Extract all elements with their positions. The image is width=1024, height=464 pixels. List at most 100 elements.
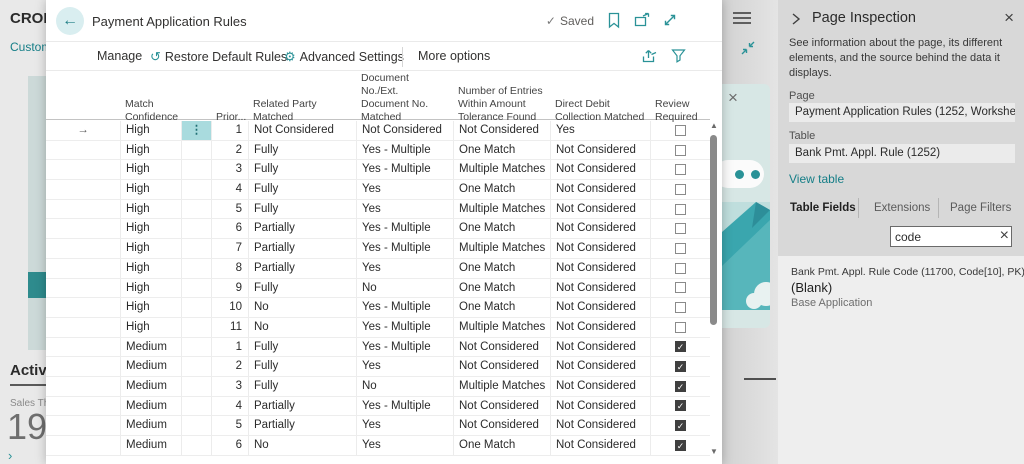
cell-related-party[interactable]: No bbox=[248, 318, 356, 337]
table-row[interactable]: Medium3FullyNoMultiple MatchesNot Consid… bbox=[46, 377, 710, 397]
cell-direct-debit[interactable]: Not Considered bbox=[550, 279, 650, 298]
cell-entries[interactable]: One Match bbox=[453, 298, 550, 317]
close-icon[interactable]: × bbox=[1004, 8, 1014, 28]
cell-ellipsis[interactable] bbox=[181, 436, 211, 455]
cell-direct-debit[interactable]: Not Considered bbox=[550, 416, 650, 435]
cell-match-confidence[interactable]: High bbox=[120, 160, 181, 179]
review-required-checkbox[interactable] bbox=[675, 322, 686, 333]
cell-priority[interactable]: 2 bbox=[211, 141, 248, 160]
cell-match-confidence[interactable]: High bbox=[120, 279, 181, 298]
review-required-checkbox[interactable]: ✓ bbox=[675, 440, 686, 451]
cell-ellipsis[interactable] bbox=[181, 160, 211, 179]
tab-table-fields[interactable]: Table Fields bbox=[790, 202, 856, 214]
cell-priority[interactable]: 9 bbox=[211, 279, 248, 298]
cell-document-no[interactable]: Yes - Multiple bbox=[356, 298, 453, 317]
cell-match-confidence[interactable]: Medium bbox=[120, 338, 181, 357]
cell-document-no[interactable]: Yes bbox=[356, 436, 453, 455]
table-row[interactable]: Medium6NoYesOne MatchNot Considered✓ bbox=[46, 436, 710, 456]
table-row[interactable]: High5FullyYesMultiple MatchesNot Conside… bbox=[46, 200, 710, 220]
cell-priority[interactable]: 5 bbox=[211, 200, 248, 219]
cell-ellipsis[interactable] bbox=[181, 259, 211, 278]
cell-match-confidence[interactable]: High bbox=[120, 259, 181, 278]
review-required-checkbox[interactable]: ✓ bbox=[675, 361, 686, 372]
collapse-arrows-icon[interactable] bbox=[740, 40, 756, 61]
cell-document-no[interactable]: Yes bbox=[356, 200, 453, 219]
cell-document-no[interactable]: Yes bbox=[356, 357, 453, 376]
table-row[interactable]: High8PartiallyYesOne MatchNot Considered bbox=[46, 259, 710, 279]
cell-match-confidence[interactable]: High bbox=[120, 200, 181, 219]
row-selector-cell[interactable] bbox=[46, 397, 120, 416]
more-options-menu[interactable]: More options bbox=[418, 49, 490, 63]
scrollbar-thumb[interactable] bbox=[710, 135, 717, 325]
cell-match-confidence[interactable]: Medium bbox=[120, 357, 181, 376]
cell-entries[interactable]: Multiple Matches bbox=[453, 160, 550, 179]
column-header-entries[interactable]: Number of Entries Within Amount Toleranc… bbox=[453, 72, 550, 128]
table-row[interactable]: Medium2FullyYesNot ConsideredNot Conside… bbox=[46, 357, 710, 377]
cell-direct-debit[interactable]: Not Considered bbox=[550, 141, 650, 160]
cell-entries[interactable]: One Match bbox=[453, 436, 550, 455]
cell-ellipsis[interactable] bbox=[181, 239, 211, 258]
scroll-down-arrow-icon[interactable]: ▼ bbox=[710, 448, 718, 456]
cell-related-party[interactable]: Fully bbox=[248, 141, 356, 160]
cell-related-party[interactable]: Fully bbox=[248, 160, 356, 179]
table-row[interactable]: High3FullyYes - MultipleMultiple Matches… bbox=[46, 160, 710, 180]
active-row-arrow-icon[interactable]: → bbox=[46, 121, 120, 140]
chevron-expand-icon[interactable] bbox=[790, 12, 804, 26]
cell-ellipsis[interactable] bbox=[181, 279, 211, 298]
column-header-review-required[interactable]: Review Required bbox=[650, 72, 710, 128]
cell-document-no[interactable]: Not Considered bbox=[356, 121, 453, 140]
cell-ellipsis[interactable] bbox=[181, 141, 211, 160]
cell-direct-debit[interactable]: Not Considered bbox=[550, 259, 650, 278]
cell-priority[interactable]: 2 bbox=[211, 357, 248, 376]
cell-ellipsis[interactable] bbox=[181, 298, 211, 317]
cell-ellipsis[interactable] bbox=[181, 219, 211, 238]
cell-priority[interactable]: 6 bbox=[211, 219, 248, 238]
cell-related-party[interactable]: Partially bbox=[248, 239, 356, 258]
cell-match-confidence[interactable]: High bbox=[120, 141, 181, 160]
cell-related-party[interactable]: Not Considered bbox=[248, 121, 356, 140]
table-row[interactable]: High2FullyYes - MultipleOne MatchNot Con… bbox=[46, 141, 710, 161]
table-vertical-scrollbar[interactable]: ▲ ▼ bbox=[708, 122, 720, 456]
cell-entries[interactable]: One Match bbox=[453, 259, 550, 278]
cell-entries[interactable]: Not Considered bbox=[453, 416, 550, 435]
cell-direct-debit[interactable]: Not Considered bbox=[550, 239, 650, 258]
cell-document-no[interactable]: Yes bbox=[356, 180, 453, 199]
cell-direct-debit[interactable]: Not Considered bbox=[550, 357, 650, 376]
review-required-checkbox[interactable] bbox=[675, 263, 686, 274]
table-row[interactable]: High7PartiallyYes - MultipleMultiple Mat… bbox=[46, 239, 710, 259]
cell-direct-debit[interactable]: Not Considered bbox=[550, 397, 650, 416]
row-selector-cell[interactable] bbox=[46, 338, 120, 357]
cell-match-confidence[interactable]: High bbox=[120, 121, 181, 140]
cell-priority[interactable]: 4 bbox=[211, 180, 248, 199]
row-selector-cell[interactable] bbox=[46, 279, 120, 298]
clear-search-icon[interactable]: × bbox=[1000, 227, 1009, 245]
column-header-match-confidence[interactable]: Match Confidence bbox=[120, 72, 181, 128]
table-row[interactable]: Medium4PartiallyYes - MultipleNot Consid… bbox=[46, 397, 710, 417]
cell-document-no[interactable]: Yes bbox=[356, 259, 453, 278]
column-header-related-party[interactable]: Related Party Matched bbox=[248, 72, 356, 128]
hamburger-menu-icon[interactable] bbox=[733, 12, 751, 24]
cell-entries[interactable]: Not Considered bbox=[453, 357, 550, 376]
cell-match-confidence[interactable]: High bbox=[120, 318, 181, 337]
review-required-checkbox[interactable]: ✓ bbox=[675, 341, 686, 352]
cell-ellipsis[interactable] bbox=[181, 377, 211, 396]
cell-direct-debit[interactable]: Not Considered bbox=[550, 200, 650, 219]
cell-related-party[interactable]: Fully bbox=[248, 357, 356, 376]
open-in-window-icon[interactable] bbox=[634, 12, 652, 30]
cell-entries[interactable]: Not Considered bbox=[453, 397, 550, 416]
cell-priority[interactable]: 7 bbox=[211, 239, 248, 258]
carousel-dot[interactable] bbox=[751, 170, 760, 179]
tab-page-filters[interactable]: Page Filters bbox=[950, 202, 1011, 214]
row-selector-cell[interactable] bbox=[46, 318, 120, 337]
cell-direct-debit[interactable]: Yes bbox=[550, 121, 650, 140]
review-required-checkbox[interactable] bbox=[675, 302, 686, 313]
cell-ellipsis[interactable] bbox=[181, 180, 211, 199]
cell-related-party[interactable]: Partially bbox=[248, 397, 356, 416]
review-required-checkbox[interactable] bbox=[675, 145, 686, 156]
scroll-up-arrow-icon[interactable]: ▲ bbox=[710, 122, 718, 130]
row-options-ellipsis-icon[interactable]: ⋮ bbox=[181, 121, 211, 140]
cell-direct-debit[interactable]: Not Considered bbox=[550, 219, 650, 238]
cell-related-party[interactable]: No bbox=[248, 298, 356, 317]
cell-document-no[interactable]: No bbox=[356, 279, 453, 298]
row-selector-cell[interactable] bbox=[46, 377, 120, 396]
